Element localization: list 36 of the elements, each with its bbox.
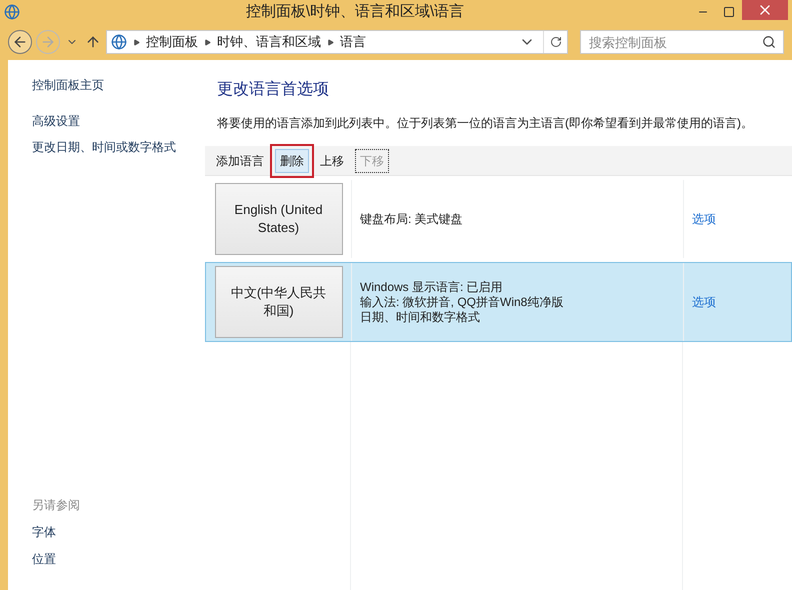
- chevron-icon: [204, 38, 211, 46]
- globe-icon: [4, 4, 20, 20]
- chevron-icon: [133, 38, 140, 46]
- breadcrumb[interactable]: 控制面板: [146, 32, 198, 52]
- back-button[interactable]: [8, 30, 32, 54]
- search-field[interactable]: 搜索控制面板: [580, 30, 784, 54]
- breadcrumb[interactable]: 语言: [340, 32, 366, 52]
- window-title: 控制面板\时钟、语言和区域\语言: [244, 2, 466, 22]
- toolbar-button[interactable]: 上移: [315, 148, 349, 172]
- language-button[interactable]: English (United States): [214, 183, 342, 255]
- see-also-link[interactable]: 位置: [32, 550, 205, 568]
- sidebar-link[interactable]: 更改日期、时间或数字格式: [32, 138, 205, 156]
- refresh-icon[interactable]: [550, 36, 562, 48]
- forward-arrow-icon: [40, 34, 56, 50]
- see-also-link[interactable]: 字体: [32, 523, 205, 541]
- language-detail: 输入法: 微软拼音, QQ拼音Win8纯净版: [360, 294, 564, 310]
- address-bar[interactable]: 控制面板 时钟、语言和区域 语言: [106, 30, 568, 54]
- language-detail: 键盘布局: 美式键盘: [360, 212, 464, 226]
- language-detail: 日期、时间和数字格式: [360, 310, 481, 324]
- language-detail: Windows 显示语言: 已启用: [360, 280, 504, 294]
- breadcrumb[interactable]: 时钟、语言和区域: [217, 32, 321, 52]
- globe-icon: [111, 34, 127, 50]
- sidebar-link[interactable]: 高级设置: [32, 112, 205, 130]
- options-link[interactable]: 选项: [692, 293, 716, 311]
- toolbar-button[interactable]: 添加语言: [211, 148, 269, 172]
- page-heading: 更改语言首选项: [216, 80, 330, 100]
- options-link[interactable]: 选项: [692, 210, 716, 228]
- description-text: 将要使用的语言添加到此列表中。位于列表第一位的语言为主语言(即你希望看到并最常使用的语言)。: [216, 115, 754, 132]
- close-button[interactable]: [742, 0, 788, 20]
- see-also-heading: 另请参阅: [32, 497, 81, 514]
- sidebar-link[interactable]: 控制面板主页: [32, 76, 205, 94]
- language-button[interactable]: 中文(中华人民共和国): [214, 266, 342, 338]
- chevron-icon: [327, 38, 334, 46]
- search-icon: [762, 35, 776, 49]
- maximize-icon: [723, 6, 735, 18]
- language-row[interactable]: 中文(中华人民共和国) Windows 显示语言: 已启用 输入法: 微软拼音, QQ拼音Win8纯净版 日期、时间和数字格式 选项: [205, 262, 792, 342]
